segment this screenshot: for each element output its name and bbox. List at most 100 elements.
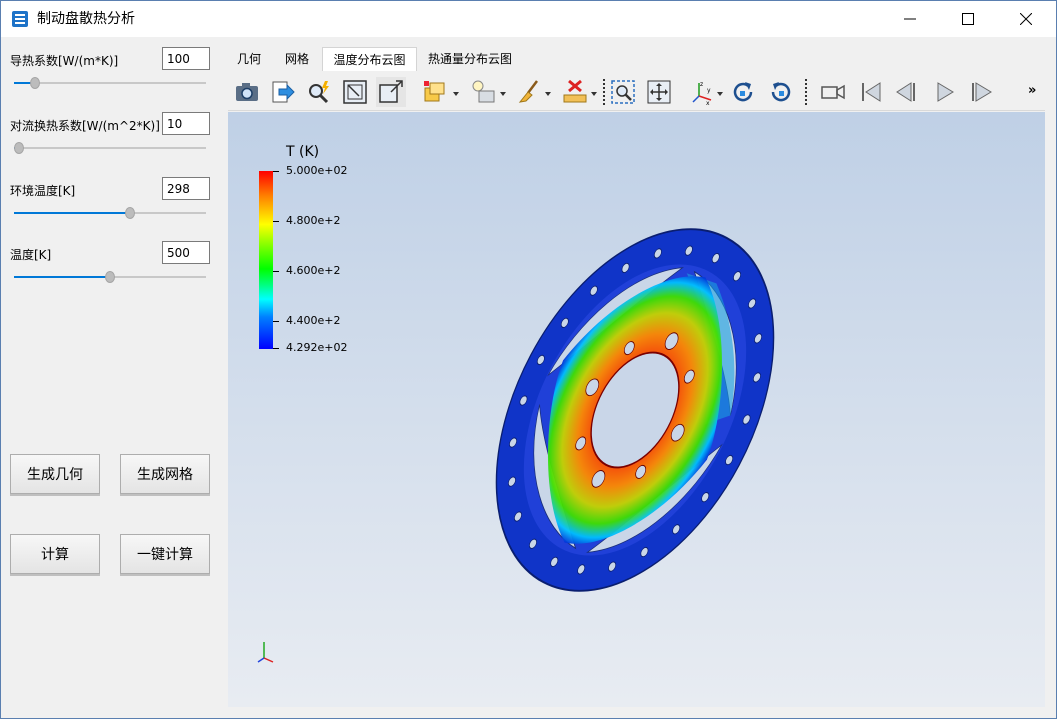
measure-button[interactable] <box>560 77 590 107</box>
temperature-label: 温度[K] <box>10 248 52 262</box>
maximize-icon <box>962 13 974 25</box>
thermal-conductivity-slider[interactable] <box>14 77 206 89</box>
axes-button[interactable]: zyx <box>688 77 718 107</box>
export-button[interactable] <box>268 77 298 107</box>
rotate-ccw-button[interactable] <box>766 77 796 107</box>
display-mode-button[interactable] <box>420 77 450 107</box>
legend-tick-label: 4.600e+2 <box>286 264 341 277</box>
parameter-panel: 导热系数[W/(m*K)] 对流换热系数[W/(m^2*K)] 环境温度[K] … <box>2 38 222 718</box>
ambient-temperature-slider[interactable] <box>14 207 206 219</box>
resize-button[interactable] <box>376 77 406 107</box>
chevron-down-icon[interactable] <box>591 91 597 97</box>
render-viewport[interactable]: T (K) 5.000e+02 4.800e+2 4.600e+2 4.400e… <box>228 112 1045 707</box>
video-camera-icon <box>821 84 845 100</box>
tab-heat-flux-contour[interactable]: 热通量分布云图 <box>420 47 520 71</box>
brush-icon <box>518 80 538 103</box>
maximize-button[interactable] <box>945 1 991 37</box>
pan-button[interactable] <box>644 77 674 107</box>
prev-frame-button[interactable] <box>892 77 922 107</box>
toolbar-separator <box>805 79 807 105</box>
play-icon <box>937 82 954 102</box>
toolbar-separator <box>603 79 605 105</box>
legend-tick <box>273 221 279 222</box>
app-logo-icon <box>11 10 29 28</box>
rotate-ccw-icon <box>771 82 791 102</box>
svg-text:y: y <box>707 87 711 94</box>
thermal-conductivity-label: 导热系数[W/(m*K)] <box>10 54 119 68</box>
play-button[interactable] <box>930 77 960 107</box>
last-frame-icon <box>972 82 992 102</box>
generate-geometry-button[interactable]: 生成几何 <box>10 454 100 494</box>
chevron-down-icon[interactable] <box>500 91 506 97</box>
legend-max-label: 5.000e+02 <box>286 164 348 177</box>
legend-tick <box>273 271 279 272</box>
clear-button[interactable] <box>514 77 544 107</box>
slider-thumb[interactable] <box>105 271 115 283</box>
generate-mesh-button[interactable]: 生成网格 <box>120 454 210 494</box>
slider-thumb[interactable] <box>125 207 136 219</box>
zoom-box-button[interactable] <box>340 77 370 107</box>
window-title: 制动盘散热分析 <box>37 11 135 27</box>
last-frame-button[interactable] <box>966 77 996 107</box>
slider-thumb[interactable] <box>30 77 41 89</box>
rotate-cw-icon <box>733 82 753 102</box>
prev-frame-icon <box>896 82 915 102</box>
color-scale-bar <box>259 171 273 349</box>
tab-mesh[interactable]: 网格 <box>275 47 319 71</box>
pick-icon <box>309 81 329 104</box>
legend-tick <box>273 321 279 322</box>
chevron-down-icon[interactable] <box>717 91 723 97</box>
ambient-temperature-input[interactable] <box>162 177 210 200</box>
convection-coefficient-slider[interactable] <box>14 142 206 154</box>
record-button[interactable] <box>818 77 848 107</box>
temperature-input[interactable] <box>162 241 210 264</box>
chevron-down-icon[interactable] <box>453 91 459 97</box>
brake-disc <box>495 228 775 592</box>
app-window: 制动盘散热分析 导热系数[W/(m*K)] 对流换热系数[W/(m^2*K)] … <box>0 0 1057 719</box>
legend-tick-label: 4.800e+2 <box>286 214 341 227</box>
first-frame-button[interactable] <box>856 77 886 107</box>
tab-geometry[interactable]: 几何 <box>227 47 271 71</box>
camera-icon <box>236 83 258 101</box>
ambient-temperature-label: 环境温度[K] <box>10 184 76 198</box>
export-icon <box>272 81 295 103</box>
legend-min-label: 4.292e+02 <box>286 341 348 354</box>
pick-button[interactable] <box>304 77 334 107</box>
svg-text:z: z <box>700 81 703 88</box>
chevron-down-icon[interactable] <box>545 91 551 97</box>
legend-tick <box>273 171 279 172</box>
toolbar-overflow-button[interactable]: » <box>1028 83 1036 98</box>
axes-icon: zyx <box>692 81 712 106</box>
brake-disc-render <box>257 228 775 663</box>
svg-text:x: x <box>706 100 710 106</box>
title-bar: 制动盘散热分析 <box>1 1 1056 37</box>
pan-icon <box>647 80 671 104</box>
zoom-fit-button[interactable] <box>608 77 638 107</box>
convection-coefficient-label: 对流换热系数[W/(m^2*K)] <box>10 119 160 133</box>
light-icon <box>472 80 495 103</box>
legend-tick <box>273 348 279 349</box>
thermal-conductivity-input[interactable] <box>162 47 210 70</box>
legend-tick-label: 4.400e+2 <box>286 314 341 327</box>
legend-title: T (K) <box>286 144 320 160</box>
minimize-button[interactable] <box>887 1 933 37</box>
tab-temperature-contour[interactable]: 温度分布云图 <box>322 47 417 71</box>
lighting-button[interactable] <box>468 77 498 107</box>
zoom-box-icon <box>343 80 367 104</box>
toolbar: zyx » <box>228 71 1045 111</box>
close-icon <box>1020 13 1032 25</box>
display-mode-icon <box>424 81 445 102</box>
one-click-compute-button[interactable]: 一键计算 <box>120 534 210 574</box>
temperature-slider[interactable] <box>14 271 206 283</box>
convection-coefficient-input[interactable] <box>162 112 210 135</box>
compute-button[interactable]: 计算 <box>10 534 100 574</box>
ruler-icon <box>563 79 587 103</box>
slider-thumb[interactable] <box>14 142 24 154</box>
screenshot-button[interactable] <box>232 77 262 107</box>
close-button[interactable] <box>1003 1 1049 37</box>
first-frame-icon <box>862 82 881 102</box>
orientation-axes <box>257 642 274 663</box>
minimize-icon <box>904 18 916 20</box>
zoom-fit-icon <box>611 80 635 104</box>
rotate-cw-button[interactable] <box>728 77 758 107</box>
